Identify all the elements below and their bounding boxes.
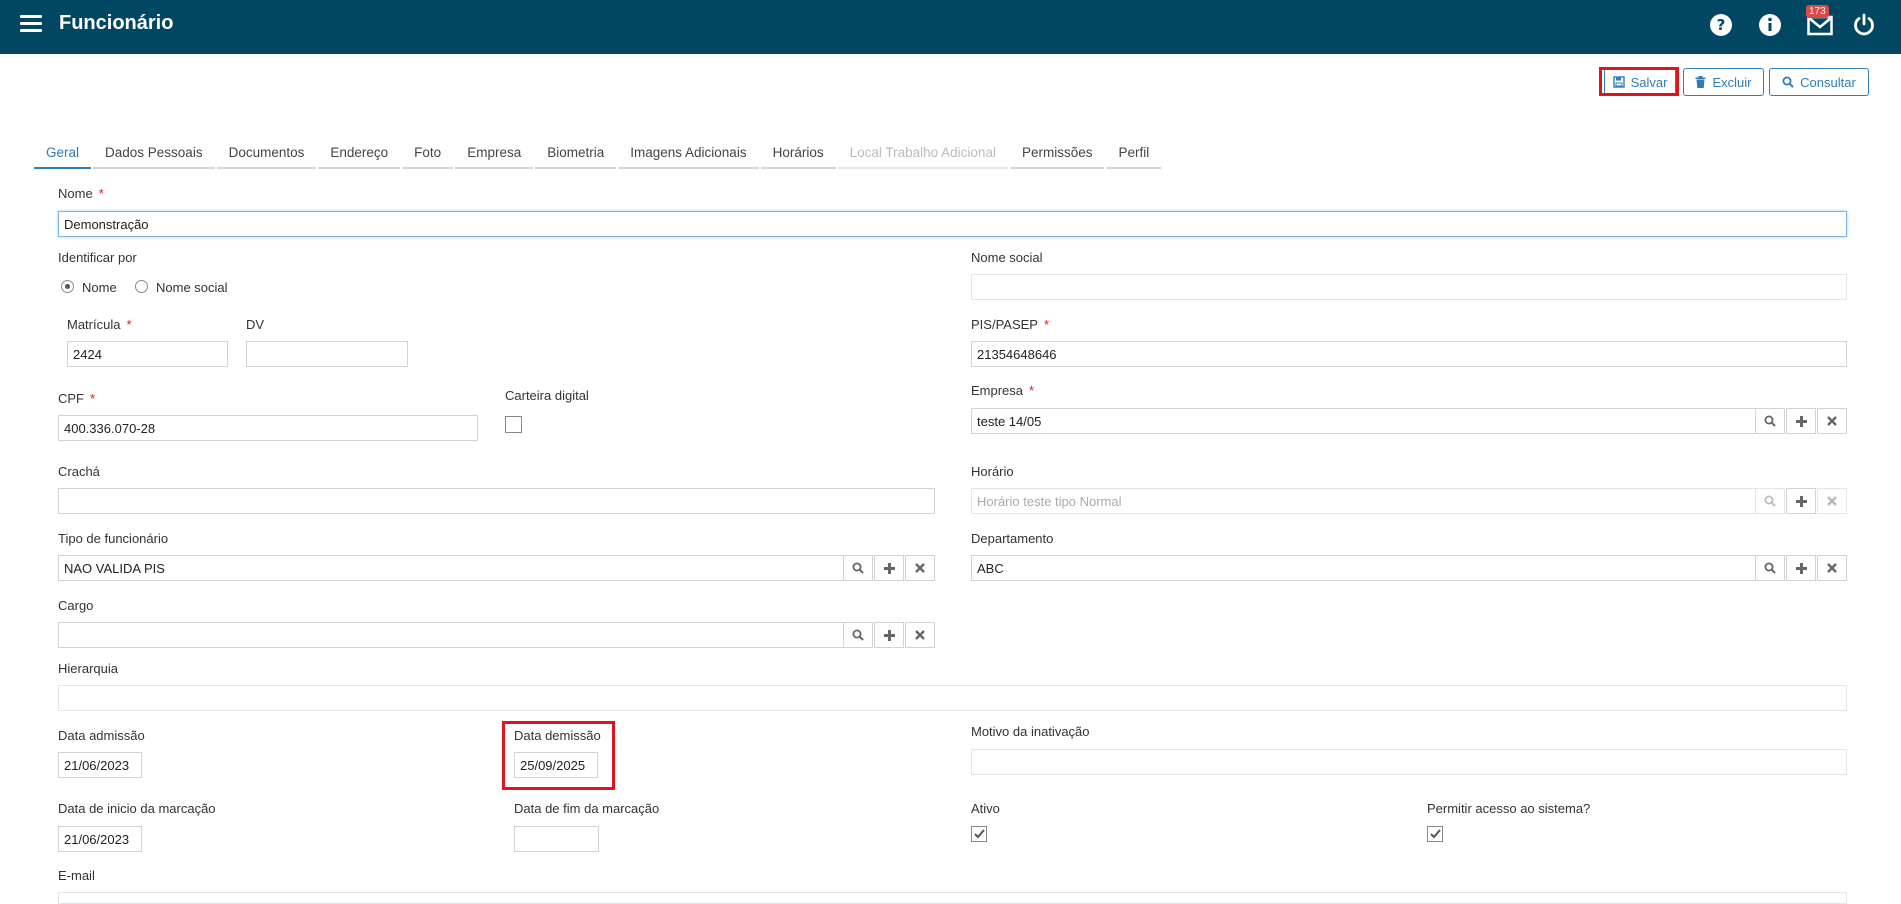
top-bar: Funcionário ? 173	[0, 0, 1901, 54]
tab-perfil[interactable]: Perfil	[1106, 137, 1162, 169]
empresa-clear-icon[interactable]	[1817, 408, 1847, 434]
departamento-input[interactable]: ABC	[971, 555, 1756, 581]
nome-input[interactable]: Demonstração	[58, 211, 1847, 237]
data-admissao-input[interactable]: 21/06/2023	[58, 752, 142, 778]
save-highlight	[1599, 67, 1679, 96]
search-label: Consultar	[1800, 74, 1856, 90]
data-admissao-label: Data admissão	[58, 728, 145, 743]
departamento-label: Departamento	[971, 531, 1054, 546]
help-icon[interactable]: ?	[1709, 13, 1733, 37]
power-icon[interactable]	[1852, 13, 1876, 37]
hierarquia-label: Hierarquia	[58, 661, 118, 676]
nome-label: Nome *	[58, 186, 104, 201]
notification-badge: 173	[1806, 5, 1829, 18]
matricula-input[interactable]: 2424	[67, 341, 228, 367]
empresa-add-icon[interactable]	[1786, 408, 1816, 434]
tab-local-trabalho-adicional: Local Trabalho Adicional	[837, 137, 1008, 169]
empresa-label: Empresa *	[971, 383, 1035, 398]
tab-dados-pessoais[interactable]: Dados Pessoais	[93, 137, 215, 169]
fim-marcacao-label: Data de fim da marcação	[514, 801, 660, 816]
radio-nome-social-label: Nome social	[156, 280, 228, 295]
permitir-acesso-label: Permitir acesso ao sistema?	[1427, 801, 1591, 816]
ativo-label: Ativo	[971, 801, 1000, 816]
tab-horarios[interactable]: Horários	[760, 137, 836, 169]
search-icon	[1782, 76, 1794, 88]
cargo-label: Cargo	[58, 598, 94, 613]
horario-input: Horário teste tipo Normal	[971, 488, 1756, 514]
email-label: E-mail	[58, 868, 95, 883]
departamento-search-icon[interactable]	[1755, 555, 1785, 581]
dv-label: DV	[246, 317, 265, 332]
empresa-input[interactable]: teste 14/05	[971, 408, 1756, 434]
horario-add-icon[interactable]	[1786, 488, 1816, 514]
mail-icon[interactable]	[1807, 15, 1833, 37]
inicio-marcacao-label: Data de inicio da marcação	[58, 801, 216, 816]
check-icon	[1429, 829, 1441, 839]
departamento-clear-icon[interactable]	[1817, 555, 1847, 581]
tab-documentos[interactable]: Documentos	[216, 137, 317, 169]
cracha-input[interactable]	[58, 488, 935, 514]
tab-permissoes[interactable]: Permissões	[1009, 137, 1105, 169]
trash-icon	[1695, 76, 1706, 88]
radio-nome-social[interactable]	[135, 280, 148, 293]
inicio-marcacao-input[interactable]: 21/06/2023	[58, 826, 142, 852]
cargo-clear-icon[interactable]	[905, 622, 935, 648]
tab-biometria[interactable]: Biometria	[535, 137, 617, 169]
tab-bar: Geral Dados Pessoais Documentos Endereço…	[34, 137, 1163, 169]
fim-marcacao-input[interactable]	[514, 826, 599, 852]
tipo-funcionario-input[interactable]: NAO VALIDA PIS	[58, 555, 844, 581]
cpf-label: CPF *	[58, 391, 96, 406]
tab-imagens-adicionais[interactable]: Imagens Adicionais	[618, 137, 759, 169]
info-icon[interactable]	[1758, 13, 1782, 37]
hierarquia-input[interactable]	[58, 685, 1847, 711]
dv-input[interactable]	[246, 341, 408, 367]
departamento-add-icon[interactable]	[1786, 555, 1816, 581]
cargo-search-icon[interactable]	[843, 622, 873, 648]
ativo-checkbox[interactable]	[971, 826, 987, 842]
hamburger-menu-icon[interactable]	[20, 15, 42, 33]
horario-search-icon	[1755, 488, 1785, 514]
horario-label: Horário	[971, 464, 1014, 479]
empresa-search-icon[interactable]	[1755, 408, 1785, 434]
tipo-funcionario-label: Tipo de funcionário	[58, 531, 169, 546]
matricula-label: Matrícula *	[67, 317, 132, 332]
delete-button[interactable]: Excluir	[1683, 68, 1764, 96]
email-input[interactable]	[58, 892, 1847, 904]
pis-input[interactable]: 21354648646	[971, 341, 1847, 367]
tipo-search-icon[interactable]	[843, 555, 873, 581]
tab-foto[interactable]: Foto	[402, 137, 454, 169]
carteira-digital-label: Carteira digital	[505, 388, 589, 403]
radio-nome[interactable]	[61, 280, 74, 293]
check-icon	[973, 829, 985, 839]
nome-social-label: Nome social	[971, 250, 1043, 265]
nome-social-input[interactable]	[971, 274, 1847, 300]
horario-clear-icon	[1817, 488, 1847, 514]
motivo-inativacao-input[interactable]	[971, 749, 1847, 775]
tab-empresa[interactable]: Empresa	[455, 137, 534, 169]
tipo-clear-icon[interactable]	[905, 555, 935, 581]
pis-label: PIS/PASEP *	[971, 317, 1050, 332]
data-demissao-highlight	[502, 721, 615, 790]
cargo-add-icon[interactable]	[874, 622, 904, 648]
permitir-acesso-checkbox[interactable]	[1427, 826, 1443, 842]
cargo-input[interactable]	[58, 622, 844, 648]
motivo-inativacao-label: Motivo da inativação	[971, 724, 1090, 739]
tipo-add-icon[interactable]	[874, 555, 904, 581]
tab-endereco[interactable]: Endereço	[318, 137, 401, 169]
delete-label: Excluir	[1712, 74, 1752, 90]
cpf-input[interactable]: 400.336.070-28	[58, 415, 478, 441]
cracha-label: Crachá	[58, 464, 100, 479]
tab-geral[interactable]: Geral	[34, 137, 92, 169]
identificar-por-label: Identificar por	[58, 250, 137, 265]
search-button[interactable]: Consultar	[1769, 68, 1869, 96]
svg-text:?: ?	[1717, 16, 1726, 34]
radio-nome-label: Nome	[82, 280, 117, 295]
page-title: Funcionário	[59, 12, 174, 34]
carteira-digital-checkbox[interactable]	[505, 416, 522, 433]
